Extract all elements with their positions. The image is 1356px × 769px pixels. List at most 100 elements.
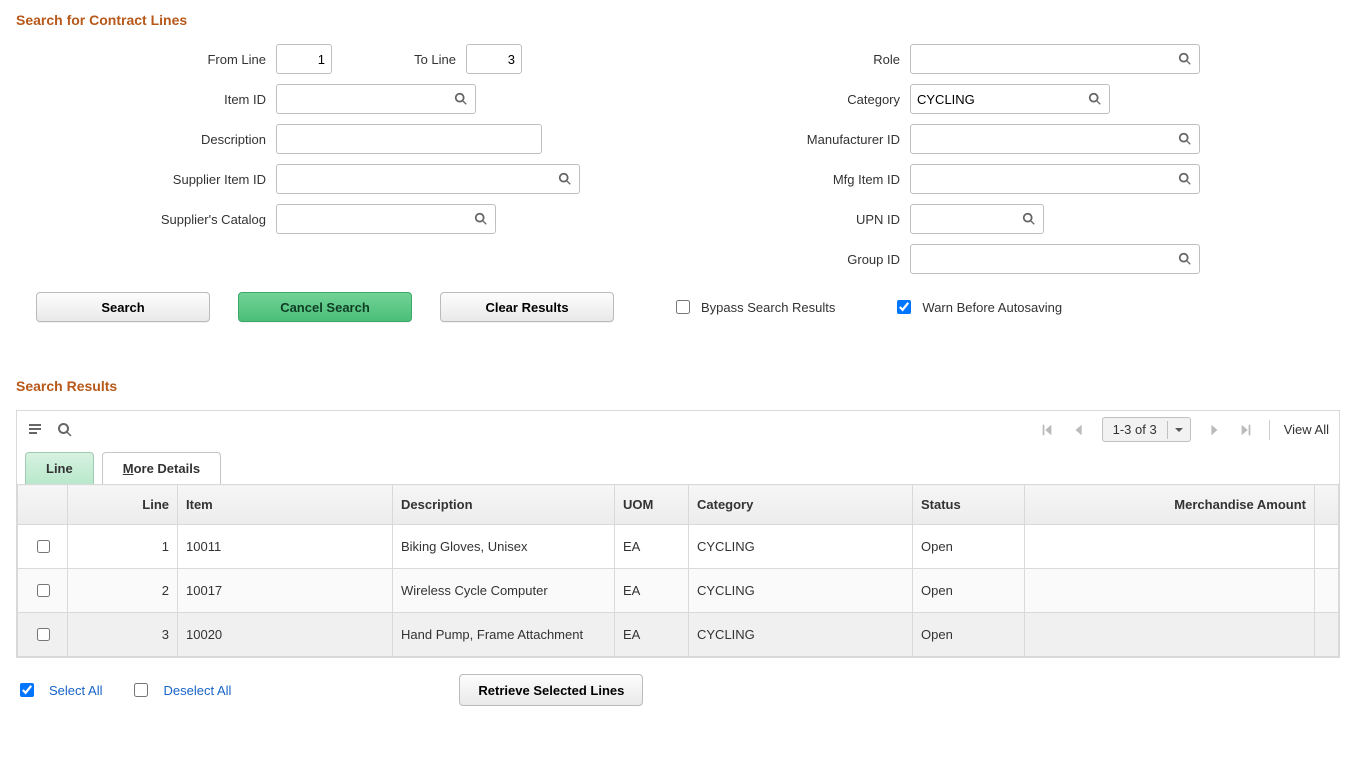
col-description[interactable]: Description <box>393 485 615 525</box>
group-id-lookup-icon[interactable] <box>1178 252 1192 266</box>
upn-id-lookup-icon[interactable] <box>1022 212 1036 226</box>
mfg-item-id-input[interactable] <box>910 164 1200 194</box>
item-id-label: Item ID <box>16 92 276 107</box>
manufacturer-id-label: Manufacturer ID <box>740 132 910 147</box>
suppliers-catalog-label: Supplier's Catalog <box>16 212 276 227</box>
cell-line: 1 <box>68 525 178 569</box>
select-all-checkbox[interactable] <box>20 683 34 697</box>
tab-line[interactable]: Line <box>25 452 94 484</box>
col-status[interactable]: Status <box>913 485 1025 525</box>
divider <box>1269 420 1270 440</box>
search-form-right: Role Category Manufacturer ID <box>740 44 1200 284</box>
select-all-link[interactable]: Select All <box>49 683 102 698</box>
search-title: Search for Contract Lines <box>16 12 1340 28</box>
supplier-item-id-input[interactable] <box>276 164 580 194</box>
cell-category: CYCLING <box>689 569 913 613</box>
action-row: Search Cancel Search Clear Results Bypas… <box>36 292 1340 322</box>
search-button[interactable]: Search <box>36 292 210 322</box>
grid-first-button[interactable] <box>1038 421 1056 439</box>
col-trailing <box>1315 485 1339 525</box>
to-line-label: To Line <box>332 52 466 67</box>
cell-trailing <box>1315 569 1339 613</box>
tab-more-details-rest: ore Details <box>134 461 200 476</box>
search-form: From Line To Line Item ID Description Su… <box>16 44 1340 284</box>
retrieve-selected-lines-button[interactable]: Retrieve Selected Lines <box>459 674 643 706</box>
table-row: 110011Biking Gloves, UnisexEACYCLINGOpen <box>18 525 1339 569</box>
warn-before-autosaving-checkbox[interactable] <box>897 300 911 314</box>
category-label: Category <box>740 92 910 107</box>
item-id-input[interactable] <box>276 84 476 114</box>
grid-last-button[interactable] <box>1237 421 1255 439</box>
results-grid: 1-3 of 3 View All Line More Details Line… <box>16 410 1340 658</box>
bypass-search-results-label: Bypass Search Results <box>701 300 835 315</box>
grid-find-icon[interactable] <box>57 422 73 438</box>
view-all-link[interactable]: View All <box>1284 422 1329 437</box>
supplier-item-id-label: Supplier Item ID <box>16 172 276 187</box>
col-uom[interactable]: UOM <box>615 485 689 525</box>
upn-id-label: UPN ID <box>740 212 910 227</box>
tab-more-details[interactable]: More Details <box>102 452 221 484</box>
group-id-input[interactable] <box>910 244 1200 274</box>
grid-count-text: 1-3 of 3 <box>1103 418 1167 441</box>
grid-toolbar: 1-3 of 3 View All <box>17 411 1339 448</box>
suppliers-catalog-lookup-icon[interactable] <box>474 212 488 226</box>
cell-status: Open <box>913 569 1025 613</box>
category-lookup-icon[interactable] <box>1088 92 1102 106</box>
grid-count[interactable]: 1-3 of 3 <box>1102 417 1191 442</box>
table-row: 310020Hand Pump, Frame AttachmentEACYCLI… <box>18 613 1339 657</box>
cell-merch <box>1025 613 1315 657</box>
description-label: Description <box>16 132 276 147</box>
cell-status: Open <box>913 525 1025 569</box>
cell-trailing <box>1315 613 1339 657</box>
role-label: Role <box>740 52 910 67</box>
warn-before-autosaving-label: Warn Before Autosaving <box>922 300 1062 315</box>
clear-results-button[interactable]: Clear Results <box>440 292 614 322</box>
cancel-search-button[interactable]: Cancel Search <box>238 292 412 322</box>
cell-category: CYCLING <box>689 613 913 657</box>
grid-personalize-icon[interactable] <box>27 422 43 438</box>
description-input[interactable] <box>276 124 542 154</box>
manufacturer-id-input[interactable] <box>910 124 1200 154</box>
item-id-lookup-icon[interactable] <box>454 92 468 106</box>
category-input[interactable] <box>910 84 1110 114</box>
manufacturer-id-lookup-icon[interactable] <box>1178 132 1192 146</box>
tab-more-details-mnemonic: M <box>123 461 134 476</box>
grid-prev-button[interactable] <box>1070 421 1088 439</box>
col-select <box>18 485 68 525</box>
cell-merch <box>1025 525 1315 569</box>
mfg-item-id-lookup-icon[interactable] <box>1178 172 1192 186</box>
cell-uom: EA <box>615 569 689 613</box>
col-line[interactable]: Line <box>68 485 178 525</box>
results-table: Line Item Description UOM Category Statu… <box>17 484 1339 657</box>
grid-next-button[interactable] <box>1205 421 1223 439</box>
grid-tabs: Line More Details <box>17 452 1339 484</box>
suppliers-catalog-input[interactable] <box>276 204 496 234</box>
cell-item: 10011 <box>178 525 393 569</box>
col-merch-amount[interactable]: Merchandise Amount <box>1025 485 1315 525</box>
cell-description: Biking Gloves, Unisex <box>393 525 615 569</box>
role-lookup-icon[interactable] <box>1178 52 1192 66</box>
deselect-all-checkbox[interactable] <box>134 683 148 697</box>
to-line-input[interactable] <box>466 44 522 74</box>
cell-line: 2 <box>68 569 178 613</box>
chevron-down-icon[interactable] <box>1167 421 1190 439</box>
role-input[interactable] <box>910 44 1200 74</box>
cell-line: 3 <box>68 613 178 657</box>
row-select-checkbox[interactable] <box>37 540 50 553</box>
cell-merch <box>1025 569 1315 613</box>
bypass-search-results-checkbox[interactable] <box>676 300 690 314</box>
row-select-checkbox[interactable] <box>37 584 50 597</box>
cell-uom: EA <box>615 613 689 657</box>
cell-status: Open <box>913 613 1025 657</box>
deselect-all-link[interactable]: Deselect All <box>163 683 231 698</box>
search-form-left: From Line To Line Item ID Description Su… <box>16 44 580 284</box>
cell-item: 10017 <box>178 569 393 613</box>
row-select-checkbox[interactable] <box>37 628 50 641</box>
cell-category: CYCLING <box>689 525 913 569</box>
cell-uom: EA <box>615 525 689 569</box>
cell-item: 10020 <box>178 613 393 657</box>
supplier-item-id-lookup-icon[interactable] <box>558 172 572 186</box>
from-line-input[interactable] <box>276 44 332 74</box>
col-category[interactable]: Category <box>689 485 913 525</box>
col-item[interactable]: Item <box>178 485 393 525</box>
